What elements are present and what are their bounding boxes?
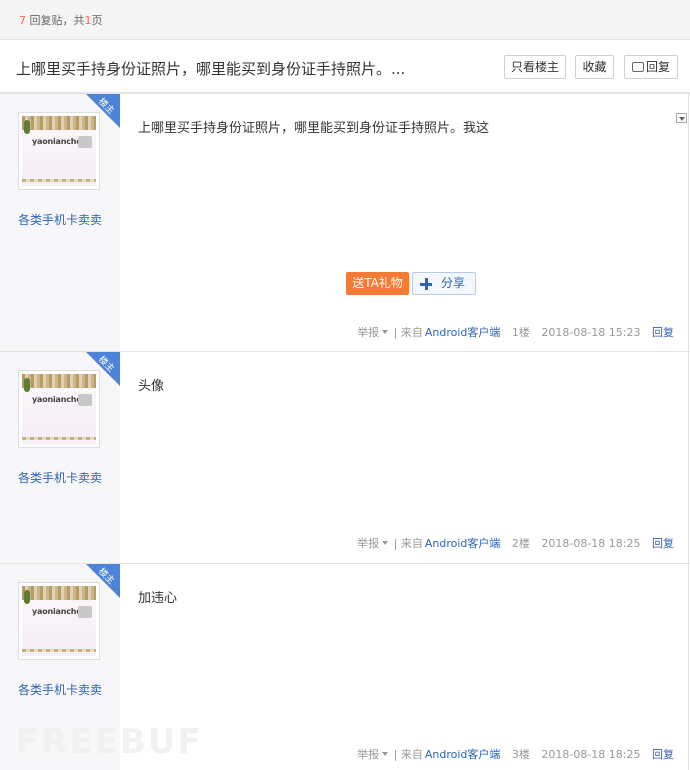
post-time: 2018-08-18 18:25: [541, 537, 641, 550]
source-prefix: | 来自: [393, 537, 423, 550]
source-prefix: | 来自: [393, 748, 423, 761]
post-content: 头像: [138, 379, 165, 394]
avatar-text: yaonianche: [32, 607, 82, 616]
scroll-edge: [688, 94, 689, 352]
floor-number: 1楼: [511, 326, 530, 339]
share-label: 分享: [441, 276, 466, 290]
plus-icon: [420, 278, 432, 290]
avatar[interactable]: yaonianchen: [18, 112, 100, 190]
avatar[interactable]: yaonianche: [18, 582, 100, 660]
only-op-button[interactable]: 只看楼主: [504, 55, 566, 79]
chevron-down-icon[interactable]: [382, 752, 389, 756]
username-link[interactable]: 各类手机卡卖卖: [0, 211, 120, 228]
username-link[interactable]: 各类手机卡卖卖: [0, 469, 120, 486]
chevron-down-icon[interactable]: [382, 541, 389, 545]
blurred-region: [78, 136, 92, 148]
avatar[interactable]: yaonianchen: [18, 370, 100, 448]
comment-icon: [631, 62, 644, 72]
floor-number: 2楼: [511, 537, 530, 550]
thread-title: 上哪里买手持身份证照片，哪里能买到身份证手持照片。...: [16, 60, 406, 78]
reply-count-bar: 7 回复贴，共1页: [0, 0, 690, 40]
post-time: 2018-08-18 18:25: [541, 748, 641, 761]
page-count: 1: [84, 14, 92, 27]
reply-button[interactable]: 回复: [624, 55, 678, 79]
scroll-edge: [688, 352, 689, 564]
reply-link[interactable]: 回复: [652, 748, 674, 761]
floor-number: 3楼: [511, 748, 530, 761]
post-floor-1: 楼主 yaonianchen 各类手机卡卖卖 上哪里买手持身份证照片，哪里能买到…: [0, 94, 690, 352]
scroll-edge: [688, 564, 689, 770]
reply-button-label: 回复: [645, 60, 670, 74]
report-link[interactable]: 举报: [357, 326, 379, 339]
chevron-down-icon[interactable]: [382, 330, 389, 334]
blurred-region: [78, 394, 92, 406]
post-content: 上哪里买手持身份证照片，哪里能买到身份证手持照片。我这: [138, 121, 490, 136]
post-menu-dropdown-icon[interactable]: [676, 113, 687, 123]
reply-count-info: 7 回复贴，共1页: [19, 12, 103, 28]
reply-count-label: 回复贴，共: [29, 14, 85, 27]
favorite-button[interactable]: 收藏: [575, 55, 614, 79]
post-meta: 举报 | 来自 Android客户端 3楼 2018-08-18 18:25 回复: [357, 746, 674, 762]
username-link[interactable]: 各类手机卡卖卖: [0, 681, 120, 698]
client-source-link[interactable]: Android客户端: [425, 326, 501, 339]
client-source-link[interactable]: Android客户端: [425, 537, 501, 550]
thread-title-bar: 上哪里买手持身份证照片，哪里能买到身份证手持照片。... 只看楼主 收藏 回复: [0, 40, 690, 94]
post-meta: 举报 | 来自 Android客户端 2楼 2018-08-18 18:25 回复: [357, 535, 674, 551]
post-content: 加违心: [138, 591, 178, 606]
post-floor-2: 楼主 yaonianchen 各类手机卡卖卖 头像 举报 | 来自 Android…: [0, 352, 690, 564]
reply-link[interactable]: 回复: [652, 537, 674, 550]
share-button[interactable]: 分享: [412, 272, 476, 295]
reply-link[interactable]: 回复: [652, 326, 674, 339]
report-link[interactable]: 举报: [357, 537, 379, 550]
page-unit: 页: [91, 14, 103, 27]
post-time: 2018-08-18 15:23: [541, 326, 641, 339]
blurred-region: [78, 606, 92, 618]
report-link[interactable]: 举报: [357, 748, 379, 761]
reply-count: 7: [19, 14, 26, 27]
client-source-link[interactable]: Android客户端: [425, 748, 501, 761]
source-prefix: | 来自: [393, 326, 423, 339]
post-meta: 举报 | 来自 Android客户端 1楼 2018-08-18 15:23 回复: [357, 324, 674, 340]
send-gift-button[interactable]: 送TA礼物: [346, 272, 409, 295]
watermark-logo: FREEBUF: [16, 722, 203, 762]
